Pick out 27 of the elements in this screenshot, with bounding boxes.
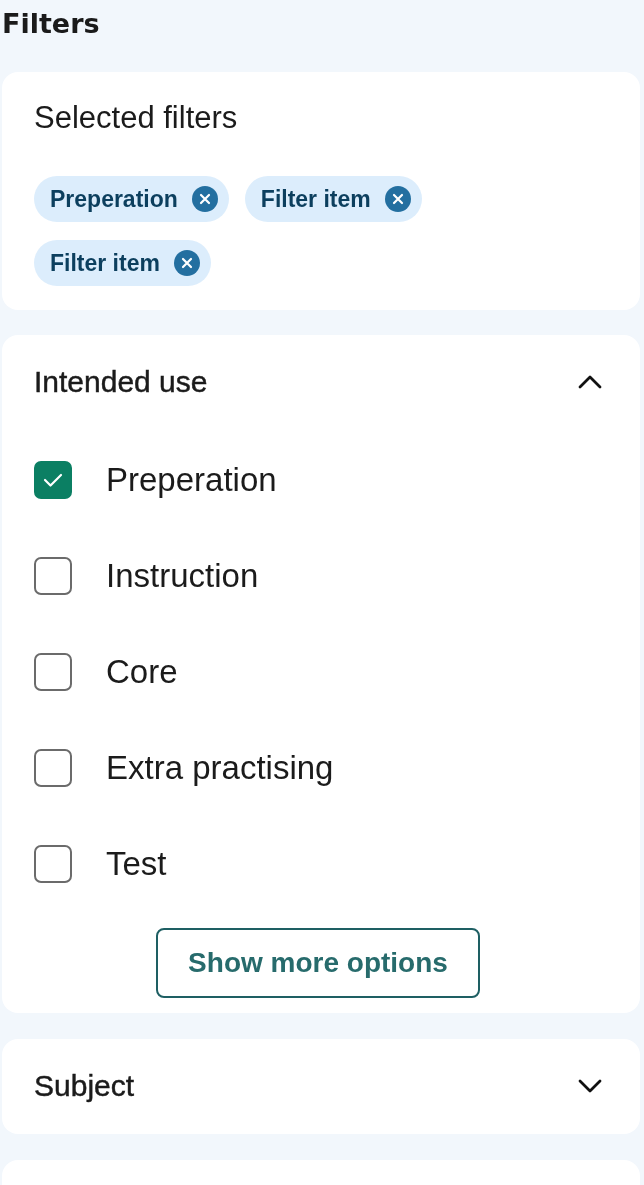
option-label[interactable]: Preperation bbox=[106, 461, 277, 499]
option-label[interactable]: Instruction bbox=[106, 557, 259, 595]
chip-label: Preperation bbox=[50, 185, 178, 213]
chip-label: Filter item bbox=[260, 185, 371, 213]
checkbox[interactable] bbox=[34, 557, 72, 595]
option-label[interactable]: Test bbox=[106, 845, 167, 883]
checkbox[interactable] bbox=[34, 653, 72, 691]
filter-chip[interactable]: Preperation bbox=[34, 176, 229, 222]
filter-chip[interactable]: Filter item bbox=[34, 240, 211, 286]
remove-icon[interactable] bbox=[173, 250, 200, 276]
page-title: Filters bbox=[2, 7, 100, 41]
checkbox[interactable] bbox=[34, 845, 72, 883]
show-more-button[interactable]: Show more options bbox=[156, 928, 480, 998]
chip-label: Filter item bbox=[50, 249, 160, 277]
option-label[interactable]: Extra practising bbox=[106, 749, 334, 787]
remove-icon[interactable] bbox=[384, 186, 411, 212]
checkbox[interactable] bbox=[34, 461, 72, 499]
card-title: Selected filters bbox=[34, 100, 238, 136]
filter-chip[interactable]: Filter item bbox=[244, 176, 422, 222]
chevron-icon[interactable] bbox=[578, 1079, 602, 1093]
section-title[interactable]: Subject bbox=[34, 1067, 135, 1105]
checkbox[interactable] bbox=[34, 749, 72, 787]
check-icon bbox=[43, 472, 63, 488]
section-title[interactable]: Intended use bbox=[34, 363, 208, 401]
remove-icon[interactable] bbox=[191, 186, 218, 212]
chevron-icon[interactable] bbox=[578, 375, 602, 389]
option-label[interactable]: Core bbox=[106, 653, 178, 691]
